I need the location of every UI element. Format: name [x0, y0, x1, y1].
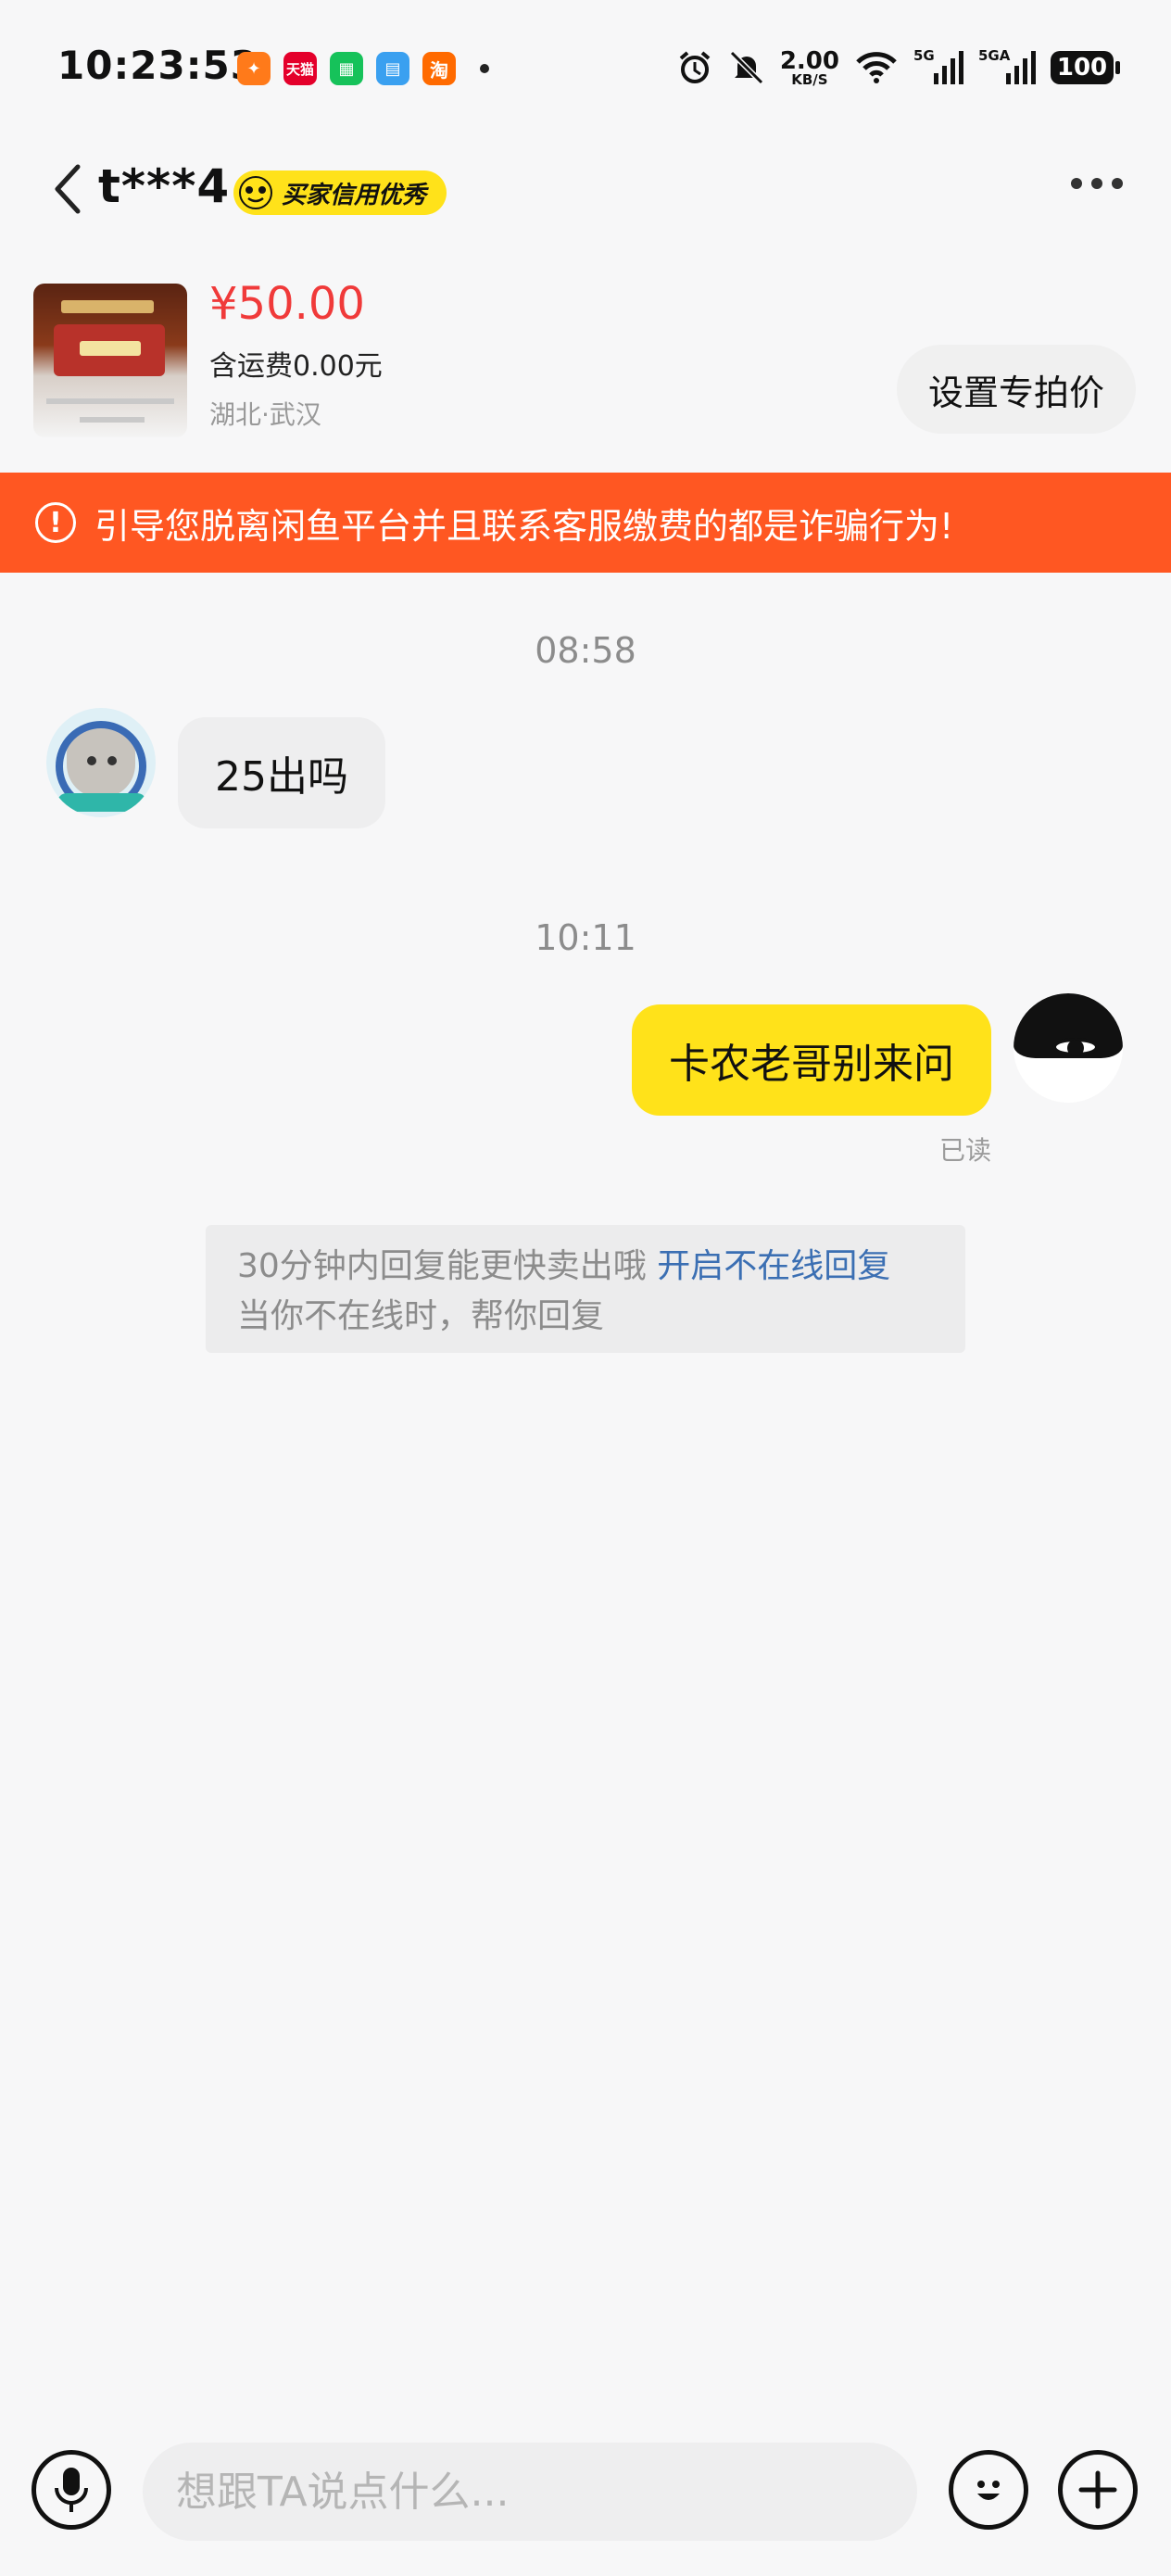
product-location: 湖北·武汉: [209, 399, 321, 430]
signal-1-label: 5G: [913, 47, 935, 64]
signal-2-label: 5GA: [978, 47, 1011, 64]
my-avatar[interactable]: [1014, 993, 1123, 1103]
auto-reply-tip: 30分钟内回复能更快卖出哦 开启不在线回复 当你不在线时，帮你回复: [206, 1225, 965, 1353]
chevron-left-icon: [55, 164, 81, 214]
notification-apps: ✦ 天猫 ▦ ▤ 淘: [237, 52, 489, 85]
app-icon-3: ▦: [330, 52, 363, 85]
tip-subtext: 当你不在线时，帮你回复: [237, 1297, 605, 1335]
app-icon-1: ✦: [237, 52, 271, 85]
alarm-icon: [676, 46, 713, 89]
set-special-price-button[interactable]: 设置专拍价: [896, 345, 1136, 434]
incoming-message[interactable]: 25出吗: [178, 717, 385, 828]
message-input[interactable]: [143, 2443, 917, 2541]
network-speed: 2.00 KB/S: [780, 49, 839, 87]
credit-badge[interactable]: 买家信用优秀: [233, 170, 447, 215]
emoji-icon: [977, 2481, 1000, 2500]
wifi-icon: [854, 46, 899, 89]
taobao-icon: 淘: [422, 52, 456, 85]
read-status: 已读: [938, 1135, 991, 1166]
more-options-button[interactable]: [1071, 178, 1123, 189]
shipping-info: 含运费0.00元: [209, 350, 383, 383]
status-icons: 2.00 KB/S 5G 5GA 100: [676, 46, 1120, 89]
enable-auto-reply-link[interactable]: 开启不在线回复: [657, 1247, 890, 1285]
product-card[interactable]: ¥50.00 含运费0.00元 湖北·武汉 设置专拍价: [0, 278, 1171, 463]
mute-icon: [728, 46, 765, 89]
contact-avatar[interactable]: [46, 708, 156, 817]
more-notifications-dot: [480, 64, 489, 73]
timestamp: 08:58: [535, 630, 636, 671]
network-speed-value: 2.00: [779, 46, 839, 75]
more-dot-icon: [1112, 178, 1123, 189]
wallet-icon: ▤: [376, 52, 409, 85]
fraud-warning-banner: ! 引导您脱离闲鱼平台并且联系客服缴费的都是诈骗行为!: [0, 473, 1171, 573]
smiley-icon: [235, 172, 276, 213]
tip-text: 30分钟内回复能更快卖出哦: [237, 1247, 647, 1285]
tmall-icon: 天猫: [283, 52, 317, 85]
status-bar: 10:23:53 ✦ 天猫 ▦ ▤ 淘 2.00 KB/S 5G 5GA 100: [0, 0, 1171, 139]
voice-button[interactable]: [31, 2450, 111, 2530]
outgoing-message[interactable]: 卡农老哥别来问: [632, 1004, 991, 1116]
product-thumbnail[interactable]: [33, 284, 187, 437]
product-price: ¥50.00: [209, 278, 365, 330]
chat-header: t***4 买家信用优秀: [0, 139, 1171, 241]
warning-text: 引导您脱离闲鱼平台并且联系客服缴费的都是诈骗行为!: [94, 505, 954, 547]
more-dot-icon: [1091, 178, 1102, 189]
more-actions-button[interactable]: [1058, 2450, 1138, 2530]
timestamp: 10:11: [535, 917, 636, 958]
contact-name: t***4: [98, 159, 231, 213]
signal-icon-2: 5GA: [978, 47, 1036, 84]
signal-icon-1: 5G: [913, 47, 963, 84]
back-button[interactable]: [44, 161, 91, 217]
input-bar: [0, 2435, 1171, 2556]
battery-icon: 100: [1051, 51, 1120, 84]
credit-badge-label: 买家信用优秀: [282, 181, 427, 209]
status-time: 10:23:53: [57, 43, 258, 88]
microphone-icon: [55, 2468, 88, 2512]
plus-icon: [1078, 2470, 1117, 2509]
exclamation-icon: !: [35, 502, 76, 543]
more-dot-icon: [1071, 178, 1082, 189]
emoji-button[interactable]: [949, 2450, 1028, 2530]
network-speed-unit: KB/S: [791, 70, 828, 88]
